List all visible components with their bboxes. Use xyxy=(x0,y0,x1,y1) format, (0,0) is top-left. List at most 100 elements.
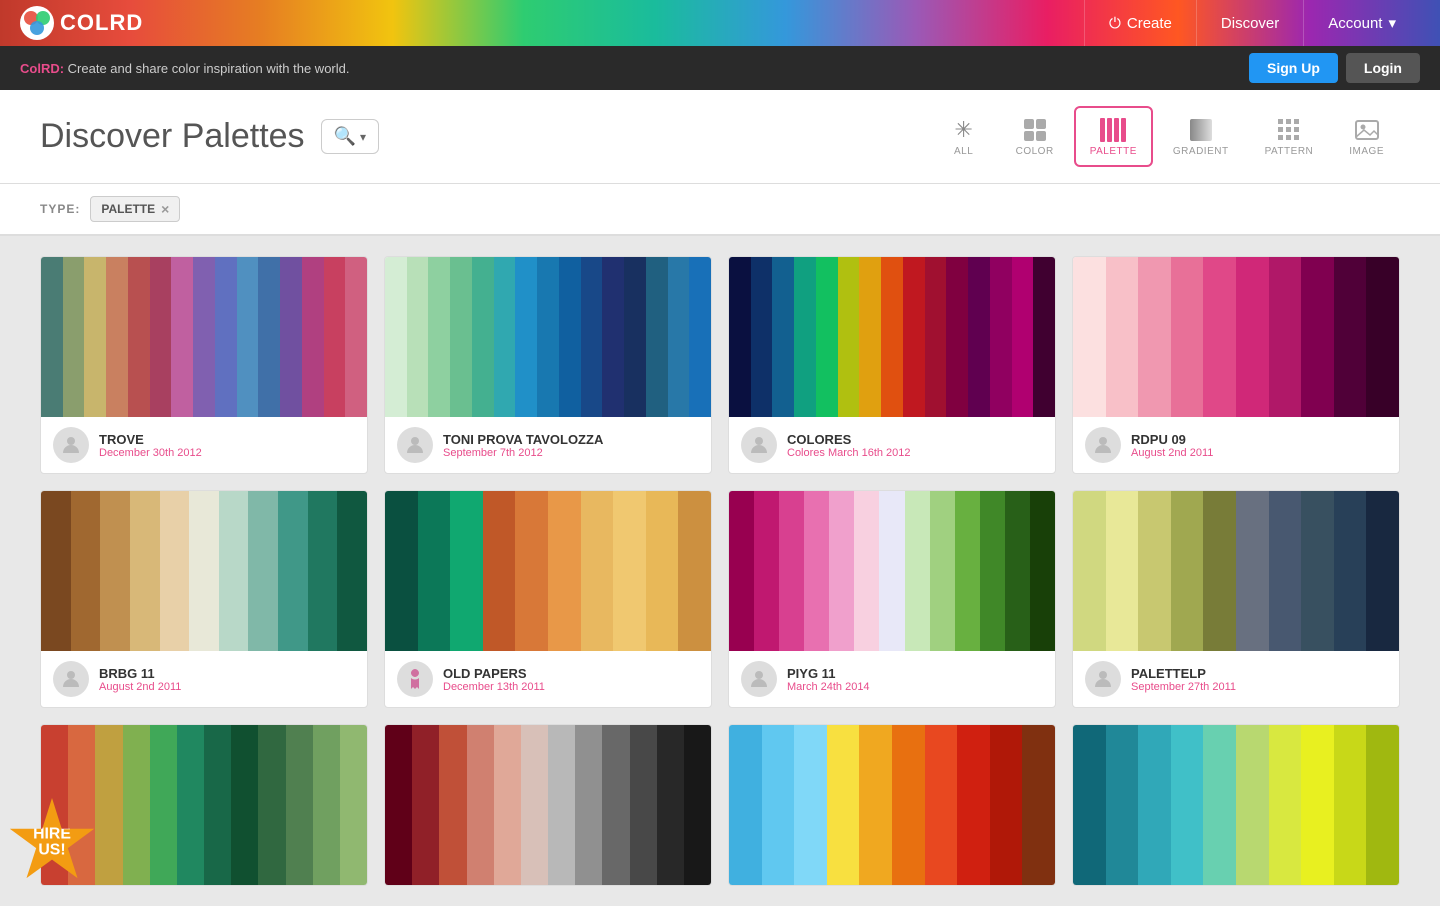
color-swatch xyxy=(258,725,285,885)
palette-card[interactable] xyxy=(728,724,1056,886)
palette-card[interactable]: TROVEDecember 30th 2012 xyxy=(40,256,368,474)
color-swatch xyxy=(160,491,190,651)
color-swatch xyxy=(63,257,85,417)
palette-card[interactable] xyxy=(1072,724,1400,886)
nav-account[interactable]: Account ▾ xyxy=(1303,0,1420,46)
color-swatch xyxy=(990,257,1012,417)
color-swatch xyxy=(324,257,346,417)
avatar xyxy=(397,661,433,697)
color-swatch xyxy=(1203,725,1236,885)
filter-tab-gradient[interactable]: GRADIENT xyxy=(1157,106,1245,167)
color-swatch xyxy=(925,257,947,417)
color-swatch xyxy=(779,491,804,651)
logo-icon xyxy=(20,6,54,40)
color-swatch xyxy=(689,257,711,417)
color-swatch xyxy=(729,257,751,417)
search-button[interactable]: 🔍 ▾ xyxy=(321,119,379,154)
color-swatch xyxy=(859,725,892,885)
color-swatch xyxy=(467,725,494,885)
color-swatch xyxy=(204,725,231,885)
color-swatch xyxy=(340,725,367,885)
filter-tab-image[interactable]: IMAGE xyxy=(1333,106,1400,167)
color-swatch xyxy=(1012,257,1034,417)
color-swatch xyxy=(95,725,122,885)
color-swatch xyxy=(602,725,629,885)
color-swatch xyxy=(930,491,955,651)
nav-create[interactable]: ⏻ Create xyxy=(1084,0,1196,46)
color-swatch xyxy=(955,491,980,651)
palette-card[interactable] xyxy=(384,724,712,886)
color-swatch xyxy=(313,725,340,885)
signup-button[interactable]: Sign Up xyxy=(1249,53,1338,83)
palette-card[interactable]: COLORESColores March 16th 2012 xyxy=(728,256,1056,474)
remove-filter-icon[interactable]: × xyxy=(161,201,169,217)
palette-name: BRBG 11 xyxy=(99,666,355,681)
color-swatch xyxy=(302,257,324,417)
palette-card[interactable] xyxy=(40,724,368,886)
color-swatch xyxy=(829,491,854,651)
avatar xyxy=(1085,661,1121,697)
logo[interactable]: COLRD xyxy=(20,6,143,40)
type-tag-palette[interactable]: PALETTE × xyxy=(90,196,180,222)
color-swatch xyxy=(1269,725,1302,885)
color-swatch xyxy=(450,491,483,651)
color-swatch xyxy=(794,725,827,885)
color-swatch xyxy=(515,257,537,417)
palette-swatches xyxy=(729,725,1055,885)
color-swatch xyxy=(905,491,930,651)
color-swatch xyxy=(472,257,494,417)
page-header: Discover Palettes 🔍 ▾ ✳ ALL COLOR xyxy=(0,90,1440,184)
color-swatch xyxy=(859,257,881,417)
color-swatch xyxy=(150,725,177,885)
filter-tab-pattern[interactable]: PATTERN xyxy=(1249,106,1330,167)
color-swatch xyxy=(100,491,130,651)
login-button[interactable]: Login xyxy=(1346,53,1420,83)
color-swatch xyxy=(548,725,575,885)
logo-text: COLRD xyxy=(60,10,143,36)
palette-card[interactable]: OLD PAPERSDecember 13th 2011 xyxy=(384,490,712,708)
type-label: TYPE: xyxy=(40,202,80,216)
filter-tab-all[interactable]: ✳ ALL xyxy=(932,106,996,167)
palette-name: COLORES xyxy=(787,432,1043,447)
palette-swatches xyxy=(729,491,1055,651)
palette-info: PIYG 11March 24th 2014 xyxy=(729,651,1055,707)
color-swatch xyxy=(128,257,150,417)
color-swatch xyxy=(345,257,367,417)
color-swatch xyxy=(84,257,106,417)
palette-info: TROVEDecember 30th 2012 xyxy=(41,417,367,473)
palette-card[interactable]: RDPU 09August 2nd 2011 xyxy=(1072,256,1400,474)
palette-card[interactable]: PALETTELPSeptember 27th 2011 xyxy=(1072,490,1400,708)
pattern-icon xyxy=(1276,116,1302,144)
palette-info: TONI PROVA TAVOLOZZASeptember 7th 2012 xyxy=(385,417,711,473)
palette-swatches xyxy=(1073,725,1399,885)
palette-grid: TROVEDecember 30th 2012 TONI PROVA TAVOLO… xyxy=(0,236,1440,906)
filter-tab-palette[interactable]: PALETTE xyxy=(1074,106,1153,167)
color-swatch xyxy=(1269,491,1302,651)
color-swatch xyxy=(1334,491,1367,651)
palette-info: OLD PAPERSDecember 13th 2011 xyxy=(385,651,711,707)
palette-card[interactable]: BRBG 11August 2nd 2011 xyxy=(40,490,368,708)
palette-card[interactable]: TONI PROVA TAVOLOZZASeptember 7th 2012 xyxy=(384,256,712,474)
color-swatch xyxy=(1106,491,1139,651)
palette-info: PALETTELPSeptember 27th 2011 xyxy=(1073,651,1399,707)
color-swatch xyxy=(537,257,559,417)
filter-tab-color[interactable]: COLOR xyxy=(1000,106,1070,167)
color-swatch xyxy=(925,725,958,885)
palette-swatches xyxy=(41,257,367,417)
nav-discover[interactable]: Discover xyxy=(1196,0,1303,46)
promo-text: ColRD: Create and share color inspiratio… xyxy=(20,61,349,76)
palette-name: PIYG 11 xyxy=(787,666,1043,681)
color-swatch xyxy=(1033,257,1055,417)
palette-info: COLORESColores March 16th 2012 xyxy=(729,417,1055,473)
palette-info: BRBG 11August 2nd 2011 xyxy=(41,651,367,707)
type-bar: TYPE: PALETTE × xyxy=(0,184,1440,236)
color-swatch xyxy=(1030,491,1055,651)
palette-card[interactable]: PIYG 11March 24th 2014 xyxy=(728,490,1056,708)
color-swatch xyxy=(1236,257,1269,417)
gradient-icon xyxy=(1188,116,1214,144)
color-swatch xyxy=(1138,257,1171,417)
color-swatch xyxy=(515,491,548,651)
color-swatch xyxy=(729,491,754,651)
color-swatch xyxy=(903,257,925,417)
color-swatch xyxy=(751,257,773,417)
